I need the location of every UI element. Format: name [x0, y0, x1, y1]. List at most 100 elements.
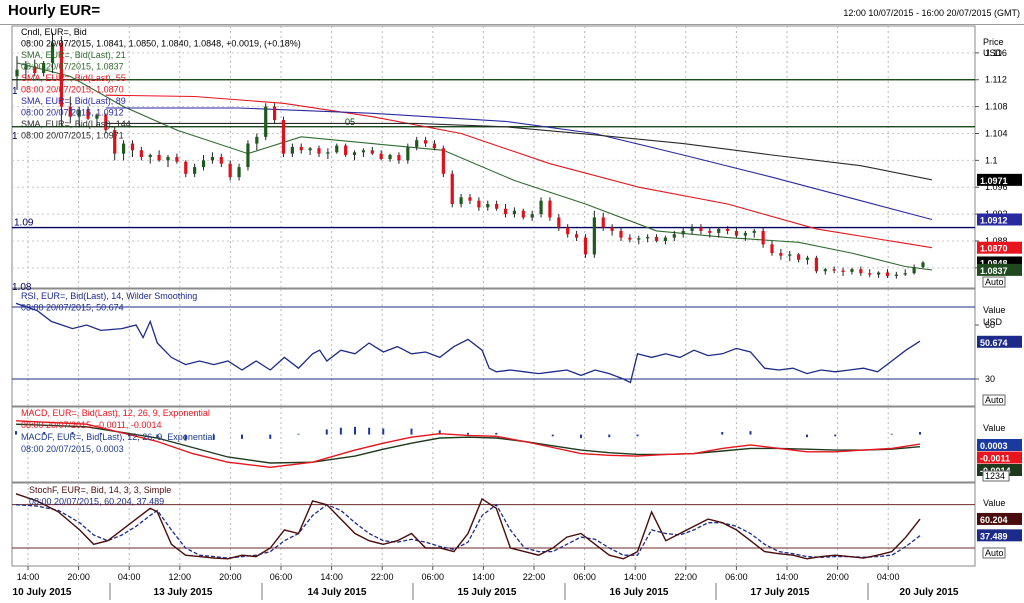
x-tick-label: 14:00: [17, 572, 40, 582]
y-tick-label: 60: [985, 320, 995, 330]
candle-body: [592, 217, 596, 255]
panel-stoch: [11, 482, 976, 567]
candle-body: [823, 269, 827, 272]
candle-body: [548, 200, 552, 218]
candle-body: [299, 146, 303, 151]
candle-body: [681, 230, 685, 235]
day-label: 13 July 2015: [154, 587, 213, 598]
legend-entry: MACDF, EUR=, Bid(Last), 12, 26, 9, Expon…: [21, 432, 214, 442]
y-tick-label: 1.112: [985, 75, 1007, 85]
axis-title: Value: [983, 423, 1005, 433]
candle-body: [290, 146, 294, 154]
candle-body: [15, 69, 19, 77]
date-range: 12:00 10/07/2015 - 16:00 20/07/2015 (GMT…: [843, 8, 1020, 18]
candle-body: [495, 204, 499, 209]
y-tick-label: 1.116: [985, 48, 1007, 58]
candle-body: [539, 200, 543, 215]
x-tick-label: 06:00: [270, 572, 293, 582]
candle-body: [628, 237, 632, 240]
candle-body: [557, 217, 561, 228]
x-tick-label: 22:00: [523, 572, 546, 582]
price-tag-label: 1.0971: [980, 176, 1008, 186]
candle-body: [344, 145, 348, 155]
legend-entry: 08:00 20/07/2015, 1.0912: [21, 108, 124, 118]
panel-macd: [11, 406, 976, 483]
candle-body: [894, 274, 898, 276]
legend-entry: 08:00 20/07/2015, 1.0837: [21, 62, 124, 72]
axis-title: Value: [983, 498, 1005, 508]
auto-label: Auto: [985, 548, 1004, 558]
candle-body: [423, 140, 428, 144]
legend-entry: 08:00 20/07/2015, 60.204, 37.489: [29, 497, 164, 507]
day-label: 14 July 2015: [308, 587, 367, 598]
x-tick-label: 06:00: [725, 572, 748, 582]
candle-body: [406, 146, 410, 161]
level-label: 05: [345, 117, 355, 127]
candle-body: [432, 143, 437, 149]
day-label: 16 July 2015: [610, 587, 669, 598]
candle-body: [228, 163, 232, 178]
price-tag-label: -0.0011: [980, 454, 1010, 464]
x-tick-label: 06:00: [422, 572, 445, 582]
candle-body: [468, 197, 472, 201]
x-tick-label: 14:00: [320, 572, 343, 582]
x-tick-label: 04:00: [118, 572, 141, 582]
x-tick-label: 04:00: [877, 572, 900, 582]
candle-body: [388, 154, 392, 160]
candle-body: [752, 230, 756, 233]
candle-body: [503, 208, 508, 215]
candle-body: [272, 106, 277, 121]
x-tick-label: 12:00: [169, 572, 192, 582]
candle-body: [521, 210, 525, 218]
legend-entry: 08:00 20/07/2015, 50.674: [21, 303, 124, 313]
candle-body: [734, 230, 739, 236]
level-label: 1.09: [14, 218, 34, 229]
candle-body: [477, 200, 481, 208]
candle-body: [308, 148, 312, 151]
chart-canvas: 051.09111.08Cndl, EUR=, Bid08:00 20/07/2…: [11, 25, 1022, 600]
candle-body: [654, 236, 659, 241]
y-tick-label: 30: [985, 374, 995, 384]
x-tick-label: 20:00: [826, 572, 849, 582]
candle-body: [512, 210, 517, 215]
candle-body: [850, 269, 854, 272]
candle-body: [121, 143, 126, 154]
x-tick-label: 14:00: [472, 572, 495, 582]
price-tag-label: 0.0003: [980, 441, 1008, 451]
candle-body: [352, 152, 357, 155]
x-tick-label: 20:00: [67, 572, 90, 582]
legend-entry: SMA, EUR=, Bid(Last), 144: [21, 119, 131, 129]
candle-body: [184, 161, 188, 174]
candle-body: [805, 257, 810, 260]
candle-body: [761, 230, 765, 245]
candle-body: [619, 230, 623, 238]
candle-body: [663, 237, 668, 241]
candle-body: [459, 197, 463, 205]
candle-body: [264, 106, 268, 137]
x-tick-label: 22:00: [675, 572, 698, 582]
y-tick-label: 1.108: [985, 102, 1008, 112]
price-tag: 37.489: [977, 529, 1022, 542]
day-label: 20 July 2015: [900, 587, 959, 598]
price-tag: 60.204: [977, 512, 1022, 525]
auto-label: Auto: [985, 395, 1004, 405]
candle-body: [708, 230, 712, 233]
candle-body: [876, 272, 881, 275]
day-label: 15 July 2015: [458, 587, 517, 598]
candle-body: [397, 154, 401, 161]
candle-body: [326, 152, 330, 154]
candle-body: [832, 269, 836, 271]
candle-body: [912, 267, 916, 274]
candle-body: [201, 160, 206, 168]
candle-body: [237, 167, 241, 178]
candle-body: [255, 136, 259, 144]
candle-body: [699, 227, 703, 231]
candle-body: [903, 273, 907, 275]
candle-body: [610, 227, 614, 231]
candle-body: [770, 244, 774, 254]
candle-body: [583, 237, 588, 255]
x-tick-label: 22:00: [371, 572, 394, 582]
auto-label: Auto: [985, 277, 1004, 287]
y-tick-label: 1.1: [985, 155, 998, 165]
price-tag: 1.0837: [977, 263, 1022, 276]
